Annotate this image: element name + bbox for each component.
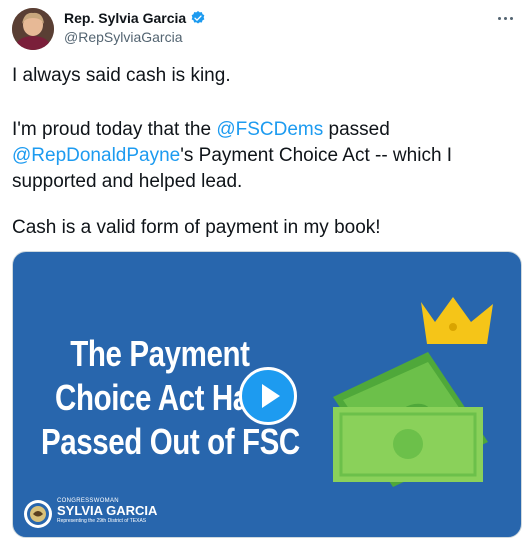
brand-tagline: Representing the 29th District of TEXAS bbox=[57, 518, 147, 524]
tweet-text-line-1: I always said cash is king. bbox=[12, 65, 231, 86]
more-options-icon[interactable] bbox=[492, 8, 518, 28]
play-button[interactable] bbox=[239, 367, 297, 425]
tweet-text-line-4: supported and helped lead. bbox=[12, 171, 243, 192]
mention-link-fscdems[interactable]: @FSCDems bbox=[216, 119, 323, 140]
avatar[interactable] bbox=[12, 8, 54, 50]
tweet-text-fragment: I'm proud today that the bbox=[12, 119, 217, 140]
play-icon bbox=[262, 384, 280, 408]
mention-link-repdonaldpayne[interactable]: @RepDonaldPayne bbox=[12, 145, 180, 166]
crown-icon bbox=[421, 297, 493, 344]
video-media[interactable]: The Payment Choice Act Has Passed Out of… bbox=[12, 251, 522, 538]
verified-badge-icon bbox=[191, 11, 205, 24]
money-illustration bbox=[333, 297, 493, 487]
congressional-seal-icon bbox=[24, 500, 52, 528]
author-name-text[interactable]: Rep. Sylvia Garcia bbox=[64, 10, 186, 26]
headline-line-3: Passed Out of FSC bbox=[41, 421, 300, 462]
tweet-text-line-2: I'm proud today that the @FSCDems passed bbox=[12, 117, 520, 143]
tweet-text-fragment: passed bbox=[323, 119, 390, 140]
tweet-text-line-5: Cash is a valid form of payment in my bo… bbox=[12, 217, 381, 238]
author-handle[interactable]: @RepSylviaGarcia bbox=[64, 29, 182, 45]
author-name[interactable]: Rep. Sylvia Garcia bbox=[64, 10, 206, 26]
tweet-card: Rep. Sylvia Garcia @RepSylviaGarcia I al… bbox=[0, 0, 530, 550]
tweet-text-line-3: @RepDonaldPayne's Payment Choice Act -- … bbox=[12, 143, 520, 169]
brand-name-text: SYLVIA GARCIA bbox=[57, 503, 158, 518]
cash-bill-icon bbox=[333, 407, 483, 482]
tweet-text-fragment: 's Payment Choice Act -- which I bbox=[180, 145, 453, 166]
brand-logo: CONGRESSWOMAN SYLVIA GARCIA Representing… bbox=[57, 498, 157, 524]
